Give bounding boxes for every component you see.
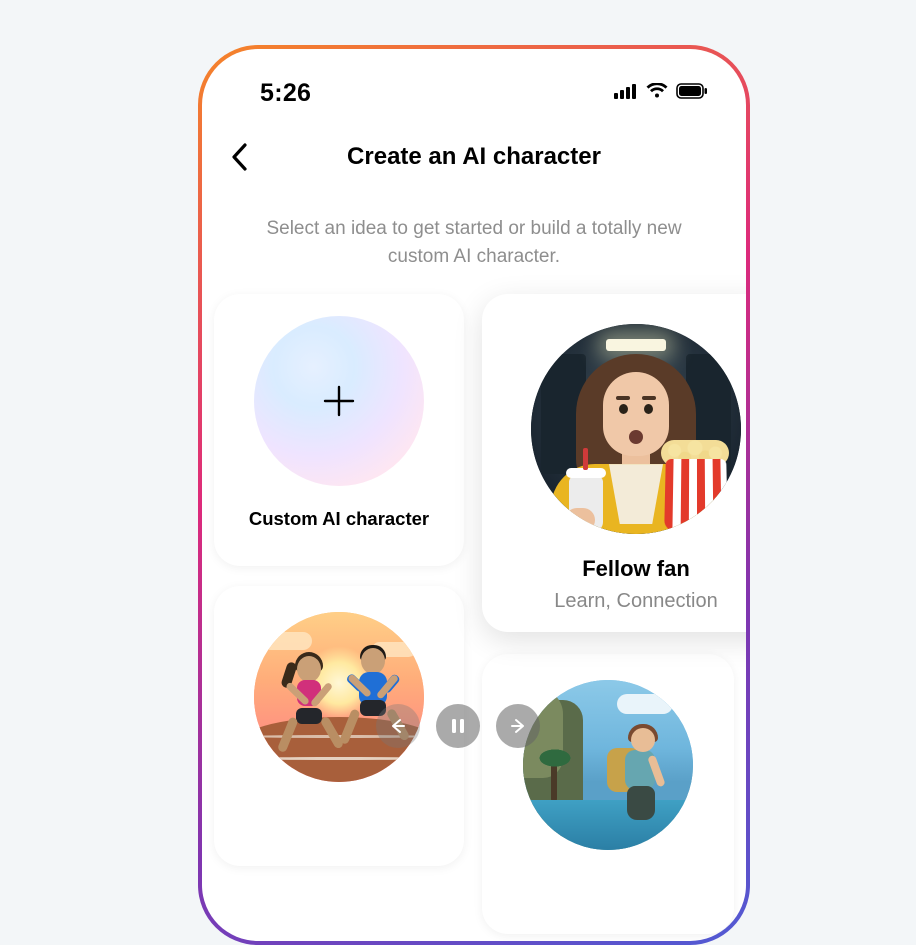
carousel-next-button[interactable] xyxy=(496,704,540,748)
runners-avatar xyxy=(254,612,424,782)
page-subtitle: Select an idea to get started or build a… xyxy=(254,215,694,270)
adventure-avatar xyxy=(523,680,693,850)
arrow-left-icon xyxy=(390,718,406,734)
back-button[interactable] xyxy=(220,137,260,177)
arrow-right-icon xyxy=(510,718,526,734)
adventure-card[interactable] xyxy=(482,654,734,934)
wifi-icon xyxy=(646,83,668,104)
fellow-fan-card[interactable]: Fellow fan Learn, Connection xyxy=(482,294,746,632)
page-title: Create an AI character xyxy=(202,143,746,171)
phone-screen: 5:26 Create an AI character Select an id… xyxy=(202,49,746,941)
chevron-left-icon xyxy=(230,143,250,171)
status-time: 5:26 xyxy=(260,79,311,108)
plus-icon xyxy=(322,384,356,418)
pause-icon xyxy=(451,718,465,734)
signal-icon xyxy=(614,83,638,104)
page-header: Create an AI character xyxy=(202,129,746,185)
carousel-prev-button[interactable] xyxy=(376,704,420,748)
battery-icon xyxy=(676,83,708,104)
status-bar: 5:26 xyxy=(202,49,746,119)
carousel-controls xyxy=(376,704,540,748)
status-icons xyxy=(614,83,708,104)
fellow-fan-avatar xyxy=(531,324,741,534)
fellow-fan-title: Fellow fan xyxy=(582,556,690,582)
phone-frame: 5:26 Create an AI character Select an id… xyxy=(198,45,750,945)
custom-character-card[interactable]: Custom AI character xyxy=(214,294,464,566)
fellow-fan-subtitle: Learn, Connection xyxy=(554,590,717,613)
carousel-pause-button[interactable] xyxy=(436,704,480,748)
custom-character-label: Custom AI character xyxy=(249,508,429,530)
custom-character-avatar xyxy=(254,316,424,486)
